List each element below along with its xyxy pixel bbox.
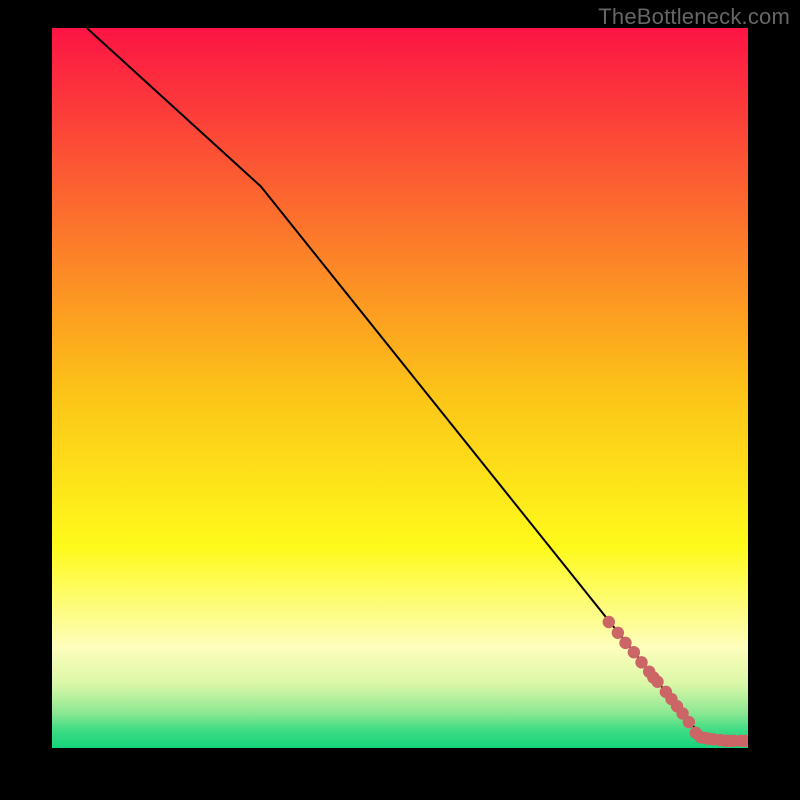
chart-stage: TheBottleneck.com xyxy=(0,0,800,800)
data-point xyxy=(628,646,640,658)
chart-svg xyxy=(52,28,748,748)
data-point xyxy=(683,716,695,728)
data-point xyxy=(651,676,663,688)
data-point xyxy=(603,616,615,628)
chart-background xyxy=(52,28,748,748)
watermark-label: TheBottleneck.com xyxy=(598,4,790,30)
chart-plot xyxy=(52,28,748,748)
data-point xyxy=(612,627,624,639)
data-point xyxy=(619,637,631,649)
